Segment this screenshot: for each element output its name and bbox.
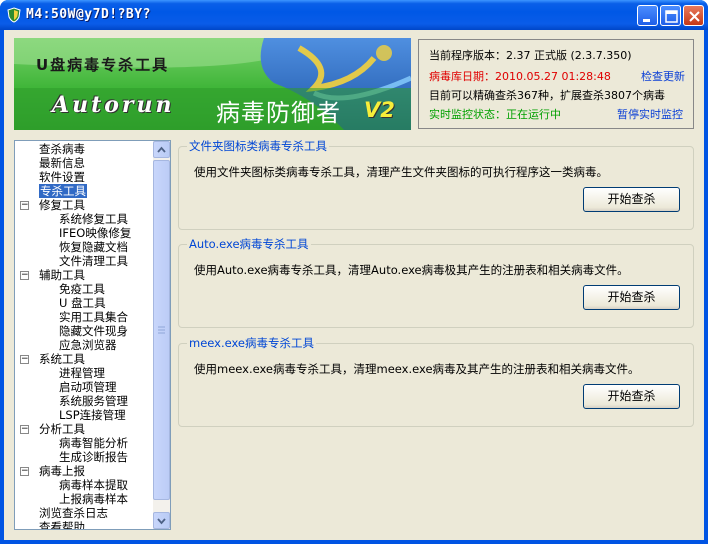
close-icon bbox=[689, 11, 700, 22]
tree-item[interactable]: IFEO映像修复 bbox=[59, 226, 131, 240]
tree-item[interactable]: 进程管理 bbox=[59, 366, 105, 380]
banner-title: U盘病毒专杀工具 bbox=[36, 56, 170, 74]
client-area: U盘病毒专杀工具 Autorun 病毒防御者 V2 当前程序版本：2.37 正式… bbox=[4, 30, 704, 540]
shield-icon bbox=[7, 7, 21, 23]
monitor-status: 实时监控状态：正在运行中 bbox=[429, 108, 561, 121]
tree-item[interactable]: 浏览查杀日志 bbox=[39, 506, 108, 520]
tree-item[interactable]: 恢复隐藏文档 bbox=[59, 240, 128, 254]
tool-title: Auto.exe病毒专杀工具 bbox=[187, 236, 311, 252]
info-panel: 当前程序版本：2.37 正式版 (2.3.7.350) 病毒库日期：2010.0… bbox=[418, 39, 694, 129]
tool-group-folder-icon: 文件夹图标类病毒专杀工具 使用文件夹图标类病毒专杀工具，清理产生文件夹图标的可执… bbox=[178, 138, 694, 230]
program-version: 当前程序版本：2.37 正式版 (2.3.7.350) bbox=[429, 49, 632, 62]
banner-defender-title: 病毒防御者 bbox=[216, 99, 341, 127]
detection-capability: 目前可以精确查杀367种，扩展查杀3807个病毒 bbox=[429, 89, 665, 102]
version-badge: V2 bbox=[364, 98, 395, 122]
window-title: M4:50W@y7D!?BY? bbox=[26, 7, 151, 22]
tree-item[interactable]: 最新信息 bbox=[39, 156, 85, 170]
tree-item[interactable]: 修复工具 bbox=[39, 198, 85, 212]
tree-item[interactable]: 查看帮助 bbox=[39, 520, 85, 529]
app-window: M4:50W@y7D!?BY? U盘病毒专杀工具 Autorun 病毒防御者 V… bbox=[0, 0, 708, 544]
tool-title: 文件夹图标类病毒专杀工具 bbox=[187, 138, 329, 154]
minimize-button[interactable] bbox=[637, 5, 658, 26]
tree-expander-icon[interactable]: − bbox=[20, 271, 29, 280]
tree-item[interactable]: 启动项管理 bbox=[59, 380, 117, 394]
tool-description: 使用文件夹图标类病毒专杀工具，清理产生文件夹图标的可执行程序这一类病毒。 bbox=[194, 165, 608, 179]
banner-autorun-logo: Autorun bbox=[52, 92, 175, 118]
tree-item[interactable]: 查杀病毒 bbox=[39, 142, 85, 156]
scroll-up-button[interactable] bbox=[153, 141, 170, 158]
banner: U盘病毒专杀工具 Autorun 病毒防御者 V2 bbox=[14, 38, 411, 130]
tool-group-meex-exe: meex.exe病毒专杀工具 使用meex.exe病毒专杀工具，清理meex.e… bbox=[178, 335, 694, 427]
tree-item[interactable]: 辅助工具 bbox=[39, 268, 85, 282]
tree-item[interactable]: 系统修复工具 bbox=[59, 212, 128, 226]
check-update-link[interactable]: 检查更新 bbox=[641, 68, 685, 84]
tree-item[interactable]: 病毒上报 bbox=[39, 464, 85, 478]
tree-item[interactable]: 实用工具集合 bbox=[59, 310, 128, 324]
chevron-down-icon bbox=[157, 518, 166, 525]
tool-description: 使用meex.exe病毒专杀工具，清理meex.exe病毒及其产生的注册表和相关… bbox=[194, 362, 640, 376]
tree-expander-icon[interactable]: − bbox=[20, 467, 29, 476]
tree-expander-icon[interactable]: − bbox=[20, 425, 29, 434]
start-scan-button[interactable]: 开始查杀 bbox=[583, 384, 680, 409]
minimize-icon bbox=[643, 19, 650, 22]
tree-expander-icon[interactable]: − bbox=[20, 355, 29, 364]
tree-item[interactable]: 病毒智能分析 bbox=[59, 436, 128, 450]
virus-db-date: 病毒库日期：2010.05.27 01:28:48 bbox=[429, 70, 611, 83]
close-button[interactable] bbox=[683, 5, 704, 26]
tree-item[interactable]: U 盘工具 bbox=[59, 296, 106, 310]
maximize-button[interactable] bbox=[660, 5, 681, 26]
tree-item[interactable]: 免疫工具 bbox=[59, 282, 105, 296]
scroll-thumb[interactable] bbox=[153, 160, 170, 500]
tree-item[interactable]: 应急浏览器 bbox=[59, 338, 117, 352]
tree-item[interactable]: 上报病毒样本 bbox=[59, 492, 128, 506]
start-scan-button[interactable]: 开始查杀 bbox=[583, 285, 680, 310]
tree-item[interactable]: 文件清理工具 bbox=[59, 254, 128, 268]
tree-item[interactable]: 生成诊断报告 bbox=[59, 450, 128, 464]
maximize-icon bbox=[665, 10, 678, 23]
tree-scrollbar[interactable] bbox=[153, 141, 170, 529]
tree-item[interactable]: 系统工具 bbox=[39, 352, 85, 366]
pause-monitor-link[interactable]: 暂停实时监控 bbox=[617, 106, 683, 122]
tree-expander-icon[interactable]: − bbox=[20, 201, 29, 210]
tree-item[interactable]: LSP连接管理 bbox=[59, 408, 126, 422]
start-scan-button[interactable]: 开始查杀 bbox=[583, 187, 680, 212]
tree-item[interactable]: 系统服务管理 bbox=[59, 394, 128, 408]
tree-item[interactable]: 分析工具 bbox=[39, 422, 85, 436]
tree-item[interactable]: 隐藏文件现身 bbox=[59, 324, 128, 338]
title-bar[interactable]: M4:50W@y7D!?BY? bbox=[0, 0, 708, 30]
tree-item[interactable]: 软件设置 bbox=[39, 170, 85, 184]
tree-item[interactable]: 病毒样本提取 bbox=[59, 478, 128, 492]
chevron-up-icon bbox=[157, 146, 166, 153]
tool-group-auto-exe: Auto.exe病毒专杀工具 使用Auto.exe病毒专杀工具，清理Auto.e… bbox=[178, 236, 694, 328]
tool-description: 使用Auto.exe病毒专杀工具，清理Auto.exe病毒极其产生的注册表和相关… bbox=[194, 263, 629, 277]
grip-icon bbox=[158, 326, 165, 334]
navigation-tree[interactable]: 查杀病毒 最新信息 软件设置 专杀工具 − 修复工具 系统修复工具 IFEO映像修复 恢复隐藏文… bbox=[14, 140, 171, 530]
tree-item[interactable]: 专杀工具 bbox=[39, 184, 87, 198]
tool-title: meex.exe病毒专杀工具 bbox=[187, 335, 317, 351]
scroll-down-button[interactable] bbox=[153, 512, 170, 529]
